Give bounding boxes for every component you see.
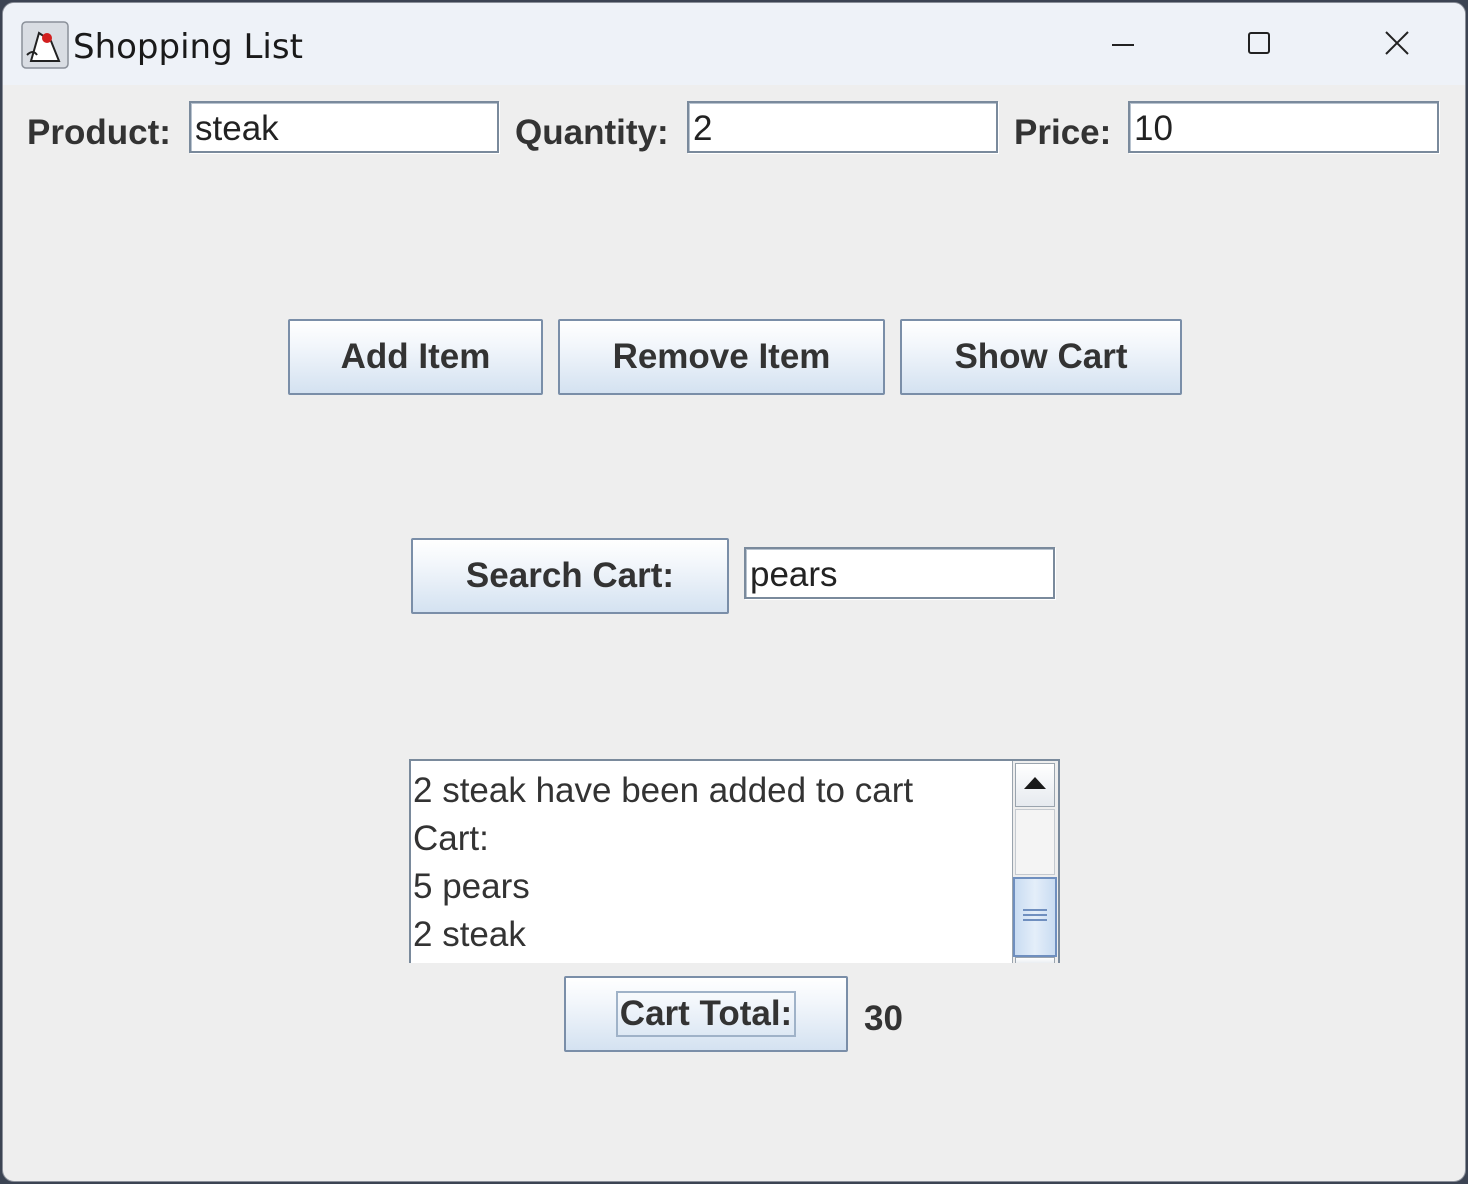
app-window: Shopping List Product: steak Quantity: 2… <box>2 2 1466 1182</box>
close-icon <box>1384 30 1410 60</box>
close-button[interactable] <box>1369 17 1425 73</box>
title-bar[interactable]: Shopping List <box>3 3 1465 85</box>
cart-total-value: 30 <box>864 999 903 1038</box>
remove-item-button[interactable]: Remove Item <box>558 319 885 395</box>
search-field[interactable]: pears <box>744 547 1055 599</box>
price-field[interactable]: 10 <box>1128 101 1439 153</box>
output-line: Cart: <box>413 819 489 858</box>
scroll-down-button[interactable] <box>1015 957 1055 963</box>
output-line: 2 steak <box>413 915 526 954</box>
cart-total-button[interactable]: Cart Total: <box>564 976 848 1052</box>
java-duke-icon <box>21 21 69 69</box>
cart-output-text: 2 steak have been added to cart Cart: 5 … <box>413 767 1013 959</box>
show-cart-button[interactable]: Show Cart <box>900 319 1182 395</box>
grip-icon <box>1021 907 1049 927</box>
quantity-field[interactable]: 2 <box>687 101 998 153</box>
quantity-label: Quantity: <box>515 113 669 152</box>
maximize-button[interactable] <box>1231 17 1287 73</box>
output-line: 5 pears <box>413 867 530 906</box>
product-label: Product: <box>27 113 171 152</box>
cart-total-label: Cart Total: <box>615 991 797 1037</box>
add-item-button[interactable]: Add Item <box>288 319 543 395</box>
product-field[interactable]: steak <box>189 101 499 153</box>
arrow-up-icon <box>1022 775 1048 795</box>
price-label: Price: <box>1014 113 1112 152</box>
scroll-up-button[interactable] <box>1015 763 1055 807</box>
cart-output-area[interactable]: 2 steak have been added to cart Cart: 5 … <box>409 759 1060 963</box>
scroll-track[interactable] <box>1015 809 1055 875</box>
scroll-thumb[interactable] <box>1013 877 1057 957</box>
minimize-icon <box>1111 31 1135 59</box>
output-line: 2 steak have been added to cart <box>413 771 914 810</box>
minimize-button[interactable] <box>1095 17 1151 73</box>
vertical-scrollbar[interactable] <box>1012 761 1058 963</box>
search-cart-button[interactable]: Search Cart: <box>411 538 729 614</box>
window-title: Shopping List <box>73 27 303 67</box>
maximize-icon <box>1247 31 1271 59</box>
